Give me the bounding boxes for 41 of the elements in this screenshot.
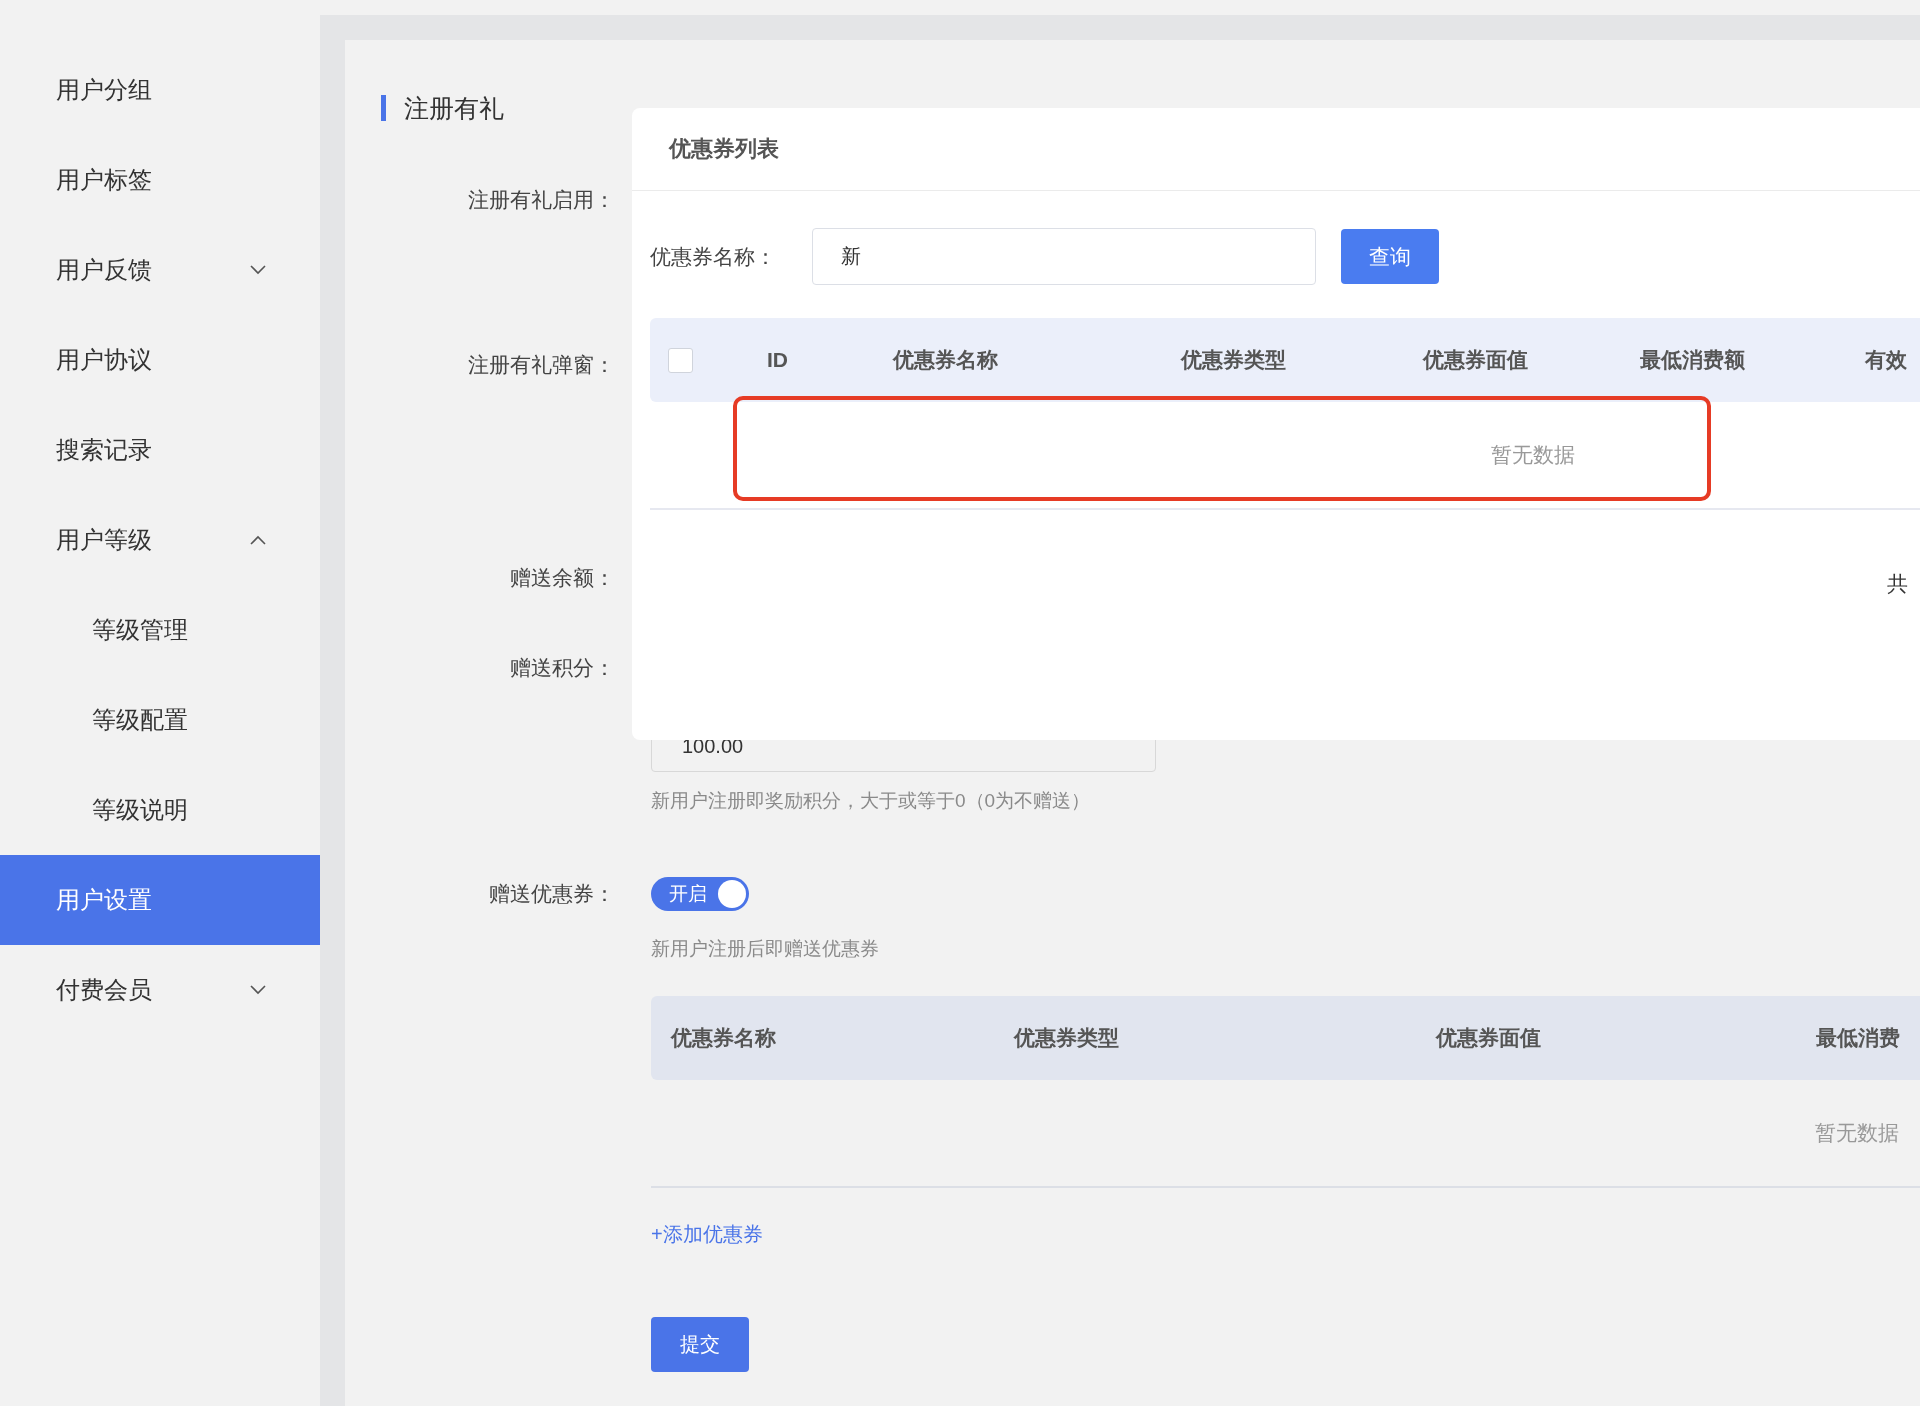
field-hint: 新用户注册即奖励积分，大于或等于0（0为不赠送） [651, 789, 1091, 813]
column-header: 优惠券类型 [1181, 348, 1286, 371]
column-header: 优惠券面值 [1423, 348, 1528, 371]
dialog-title: 优惠券列表 [669, 135, 779, 163]
empty-text: 暂无数据 [1815, 1120, 1899, 1146]
field-label: 注册有礼弹窗： [468, 353, 615, 376]
field-label: 赠送优惠券： [489, 882, 615, 905]
section-accent-bar [381, 95, 386, 121]
sidebar-item[interactable]: 用户反馈 [0, 225, 320, 315]
column-header: 优惠券面值 [1436, 1025, 1542, 1051]
submit-button[interactable]: 提交 [651, 1317, 749, 1372]
sidebar-subitem[interactable]: 等级管理 [0, 585, 320, 675]
search-field[interactable]: 新 [812, 228, 1316, 285]
field-label: 赠送余额： [510, 566, 615, 589]
sidebar-item[interactable]: 用户设置 [0, 855, 320, 945]
column-header: 优惠券名称 [893, 348, 998, 371]
column-header: 最低消费额 [1640, 348, 1745, 371]
sidebar-item[interactable]: 用户协议 [0, 315, 320, 405]
field-label: 注册有礼启用： [468, 188, 615, 211]
toggle-switch[interactable]: 开启 [651, 877, 749, 911]
query-button[interactable]: 查询 [1341, 229, 1439, 284]
sidebar-item[interactable]: 用户等级 [0, 495, 320, 585]
select-all-checkbox[interactable] [668, 347, 693, 373]
field-hint: 新用户注册后即赠送优惠券 [651, 937, 879, 961]
sidebar-item[interactable]: 付费会员 [0, 945, 320, 1035]
sidebar-item[interactable]: 搜索记录 [0, 405, 320, 495]
column-header: 优惠券类型 [1014, 1025, 1120, 1051]
add-coupon-link[interactable]: +添加优惠券 [651, 1223, 763, 1245]
section-title: 注册有礼 [404, 92, 504, 124]
pagination-total: 共 [1887, 572, 1908, 595]
sidebar-subitem[interactable]: 等级说明 [0, 765, 320, 855]
field-label: 赠送积分： [510, 656, 615, 679]
column-header: 优惠券名称 [671, 1025, 777, 1051]
search-label: 优惠券名称： [650, 243, 777, 270]
empty-text: 暂无数据 [1491, 442, 1575, 468]
sidebar-item[interactable]: 用户标签 [0, 135, 320, 225]
column-header: 有效 [1865, 348, 1907, 371]
sidebar-subitem[interactable]: 等级配置 [0, 675, 320, 765]
column-header: 最低消费 [1816, 1025, 1900, 1051]
column-header: ID [767, 348, 788, 371]
sidebar-item[interactable]: 用户分组 [0, 45, 320, 135]
